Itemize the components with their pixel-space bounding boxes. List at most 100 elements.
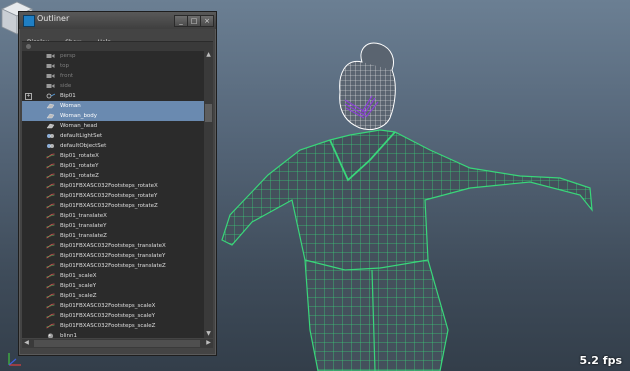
anim-curve-icon [46,303,55,309]
mesh-icon [46,113,55,119]
scroll-up-icon[interactable]: ▲ [204,51,213,59]
horizontal-scrollbar[interactable]: ◀ ▶ [22,339,213,348]
outliner-item[interactable]: Woman_body [22,111,204,121]
anim-curve-icon [46,273,55,279]
body-mesh[interactable] [200,120,620,371]
outliner-item-label: Bip01_translateY [60,223,107,229]
outliner-item-label: Bip01FBXASC032Footsteps_translateY [60,253,166,259]
outliner-item[interactable]: Bip01FBXASC032Footsteps_translateY [22,251,204,261]
outliner-item-label: Bip01_rotateY [60,163,99,169]
outliner-item[interactable]: Bip01_translateY [22,221,204,231]
anim-curve-icon [46,213,55,219]
horizontal-scroll-thumb[interactable] [34,340,200,347]
anim-curve-icon [46,233,55,239]
filter-icon [26,44,31,49]
menu-bar: Display Show Help [21,29,214,46]
outliner-item-label: top [60,63,70,69]
maximize-button[interactable]: □ [187,15,201,27]
outliner-item-label: Bip01_scaleY [60,283,97,289]
set-icon [46,143,55,149]
outliner-item[interactable]: Bip01FBXASC032Footsteps_scaleY [22,311,204,321]
outliner-item[interactable]: Bip01_scaleZ [22,291,204,301]
scroll-down-icon[interactable]: ▼ [204,330,213,338]
close-button[interactable]: × [200,15,214,27]
anim-curve-icon [46,323,55,329]
vertical-scrollbar[interactable]: ▲ ▼ [204,51,213,338]
set-icon [46,133,55,139]
window-title: Outliner [37,14,70,23]
expand-icon[interactable]: + [25,93,32,100]
camera-icon [46,63,55,69]
outliner-item[interactable]: + Bip01 [22,91,204,101]
anim-curve-icon [46,253,55,259]
scroll-left-icon[interactable]: ◀ [22,339,31,347]
outliner-list[interactable]: persp top front side + Bip01 Woman Woman_body Wo… [22,51,204,338]
outliner-item[interactable]: Bip01_rotateZ [22,171,204,181]
anim-curve-icon [46,173,55,179]
outliner-window[interactable]: Outliner _ □ × Display Show Help persp to… [18,11,217,356]
material-sphere-icon [46,333,55,338]
outliner-item-label: Bip01_scaleZ [60,293,97,299]
outliner-item-label: front [60,73,74,79]
anim-curve-icon [46,263,55,269]
outliner-item-label: Bip01_rotateX [60,153,99,159]
anim-curve-icon [46,223,55,229]
outliner-item-label: Woman_head [60,123,98,129]
outliner-item-label: Bip01FBXASC032Footsteps_translateX [60,243,166,249]
outliner-item-label: side [60,83,72,89]
outliner-item-label: Bip01FBXASC032Footsteps_translateZ [60,263,166,269]
outliner-item[interactable]: Woman_head [22,121,204,131]
outliner-item-label: Woman [60,103,81,109]
outliner-item[interactable]: Bip01FBXASC032Footsteps_scaleZ [22,321,204,331]
outliner-item-label: Bip01 [60,93,76,99]
outliner-item[interactable]: defaultLightSet [22,131,204,141]
outliner-item-label: Bip01_scaleX [60,273,97,279]
outliner-item[interactable]: side [22,81,204,91]
outliner-item[interactable]: Bip01FBXASC032Footsteps_rotateY [22,191,204,201]
outliner-item[interactable]: Bip01FBXASC032Footsteps_scaleX [22,301,204,311]
outliner-item[interactable]: Bip01_rotateY [22,161,204,171]
outliner-item-label: Bip01_translateZ [60,233,107,239]
camera-icon [46,83,55,89]
outliner-item[interactable]: Bip01FBXASC032Footsteps_translateX [22,241,204,251]
anim-curve-icon [46,293,55,299]
mesh-icon [46,103,55,109]
fps-readout: 5.2 fps [579,354,622,367]
outliner-item-label: Bip01FBXASC032Footsteps_rotateY [60,193,158,199]
minimize-button[interactable]: _ [174,15,188,27]
outliner-item[interactable]: Bip01FBXASC032Footsteps_translateZ [22,261,204,271]
outliner-item-label: Bip01FBXASC032Footsteps_scaleX [60,303,156,309]
anim-curve-icon [46,313,55,319]
head-mesh[interactable] [335,42,405,140]
outliner-item[interactable]: Bip01FBXASC032Footsteps_rotateX [22,181,204,191]
outliner-item[interactable]: top [22,61,204,71]
anim-curve-icon [46,203,55,209]
vertical-scroll-thumb[interactable] [205,104,212,122]
outliner-item[interactable]: Bip01_rotateX [22,151,204,161]
filter-field[interactable] [22,41,213,51]
outliner-item-label: Bip01FBXASC032Footsteps_rotateX [60,183,158,189]
anim-curve-icon [46,183,55,189]
outliner-item[interactable]: Woman [22,101,204,111]
outliner-item[interactable]: defaultObjectSet [22,141,204,151]
outliner-item-label: blinn1 [60,333,78,338]
anim-curve-icon [46,243,55,249]
outliner-item[interactable]: Bip01_translateZ [22,231,204,241]
joint-icon [46,93,56,99]
outliner-item[interactable]: Bip01FBXASC032Footsteps_rotateZ [22,201,204,211]
outliner-item[interactable]: persp [22,51,204,61]
outliner-item[interactable]: Bip01_translateX [22,211,204,221]
outliner-item-label: defaultLightSet [60,133,103,139]
outliner-item[interactable]: Bip01_scaleY [22,281,204,291]
outliner-item-label: Bip01FBXASC032Footsteps_scaleZ [60,323,156,329]
anim-curve-icon [46,283,55,289]
outliner-item[interactable]: blinn1 [22,331,204,338]
outliner-item[interactable]: Bip01_scaleX [22,271,204,281]
outliner-item[interactable]: front [22,71,204,81]
camera-icon [46,53,55,59]
title-bar[interactable]: Outliner _ □ × [19,12,216,29]
scroll-right-icon[interactable]: ▶ [204,339,213,347]
outliner-item-label: Bip01_rotateZ [60,173,99,179]
anim-curve-icon [46,163,55,169]
mesh-icon [46,123,55,129]
